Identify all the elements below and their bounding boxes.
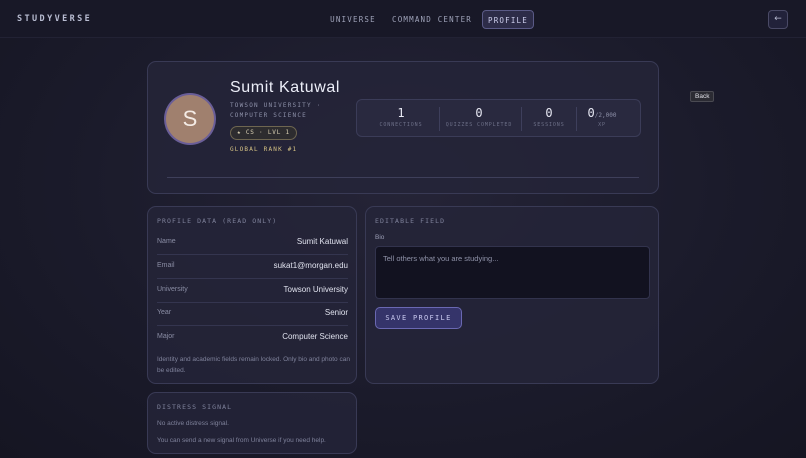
profile-row-label: Year [157,309,172,316]
avatar[interactable]: S [166,95,214,143]
profile-row-label: Email [157,262,175,269]
profile-row-value: Sumit Katuwal [296,237,348,246]
stat-divider [521,107,522,131]
profile-data-panel: PROFILE DATA (READ ONLY) Name Sumit Katu… [147,206,357,384]
profile-university-major: TOWSON UNIVERSITY · COMPUTER SCIENCE [230,102,322,119]
profile-row: University Towson University [157,280,348,303]
stat-sessions-label: SESSIONS [533,122,565,128]
stats-bar: 1 CONNECTIONS 0 QUIZZES COMPLETED 0 SESS… [356,99,641,137]
stat-quizzes-value: 0 [475,106,483,120]
stat-sessions: 0 SESSIONS [525,106,573,128]
editable-field-panel: EDITABLE FIELD Bio SAVE PROFILE [365,206,659,384]
hero-divider [167,177,639,178]
profile-row: Name Sumit Katuwal [157,232,348,255]
distress-hint: You can send a new signal from Universe … [157,437,326,444]
nav-command-center[interactable]: COMMAND CENTER [389,10,475,29]
stat-divider [576,107,577,131]
stat-xp-label: XP [598,122,606,128]
profile-row-value: Computer Science [282,332,348,341]
profile-row-value: sukat1@morgan.edu [273,261,348,270]
stat-sessions-value: 0 [545,106,553,120]
stat-connections-value: 1 [397,106,405,120]
profile-name: Sumit Katuwal [230,79,341,96]
profile-row-label: Name [157,238,176,245]
profile-hero-card: S Sumit Katuwal TOWSON UNIVERSITY · COMP… [147,61,659,194]
top-bar: STUDYVERSE UNIVERSE COMMAND CENTER PROFI… [0,0,806,38]
back-tooltip: Back [690,91,715,102]
nav-profile[interactable]: PROFILE [482,10,534,29]
stat-divider [439,107,440,131]
distress-status: No active distress signal. [157,420,229,427]
editable-field-title: EDITABLE FIELD [375,217,446,225]
arrow-left-icon: ← [774,14,782,24]
global-rank: GLOBAL RANK #1 [230,146,298,153]
stat-xp-value: 0 [587,106,595,120]
locked-fields-note: Identity and academic fields remain lock… [157,356,350,374]
stat-connections: 1 CONNECTIONS [367,106,435,128]
profile-row-value: Senior [324,308,348,317]
stat-quizzes: 0 QUIZZES COMPLETED [443,106,515,128]
brand-logo[interactable]: STUDYVERSE [17,14,92,24]
bio-label: Bio [375,234,385,241]
stat-xp-max: /2,000 [594,112,617,119]
stat-xp-value-row: 0/2,000 [579,106,625,120]
back-button[interactable]: ← [768,10,788,29]
profile-row-value: Towson University [283,285,348,294]
stat-xp: 0/2,000 XP [579,106,625,128]
profile-row-label: Major [157,333,175,340]
save-profile-button[interactable]: SAVE PROFILE [375,307,462,329]
distress-signal-title: DISTRESS SIGNAL [157,403,233,411]
profile-row: Year Senior [157,303,348,326]
profile-row: Major Computer Science [157,327,348,350]
profile-row: Email sukat1@morgan.edu [157,256,348,279]
nav-universe[interactable]: UNIVERSE [326,10,380,29]
profile-row-label: University [157,286,188,293]
distress-signal-panel: DISTRESS SIGNAL No active distress signa… [147,392,357,454]
profile-data-title: PROFILE DATA (READ ONLY) [157,217,278,225]
bio-input[interactable] [375,246,650,299]
stat-quizzes-label: QUIZZES COMPLETED [445,122,513,128]
stat-connections-label: CONNECTIONS [379,122,423,128]
level-badge: ★ CS · LVL 1 [230,126,297,140]
